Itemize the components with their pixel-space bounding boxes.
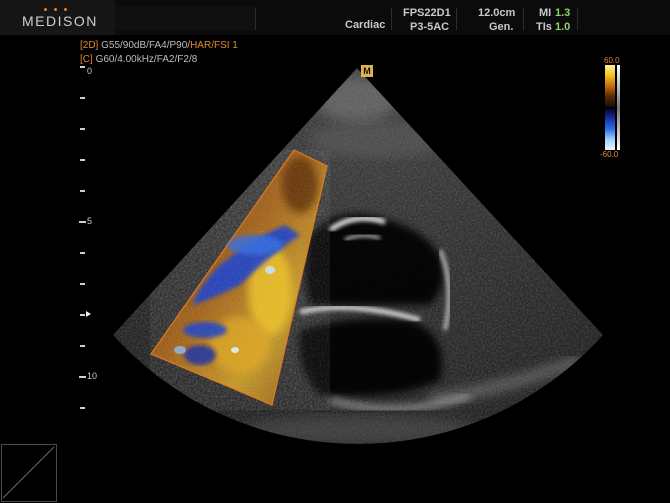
color-bar-bottom-value: -60.0 (600, 150, 619, 159)
depth-scale (79, 66, 91, 409)
image-thumbnail[interactable] (1, 444, 57, 502)
depth-label-5: 5 (87, 216, 93, 226)
color-doppler-region (150, 150, 330, 410)
depth-label-0: 0 (87, 66, 93, 76)
bmode-sector (113, 68, 603, 444)
color-bar-top-value: 60.0 (604, 56, 620, 65)
orientation-marker-icon: M (361, 65, 373, 77)
depth-label-10: 10 (87, 371, 98, 381)
ultrasound-image[interactable] (0, 0, 670, 503)
focus-marker-icon (86, 311, 91, 317)
color-velocity-bar (605, 65, 620, 150)
